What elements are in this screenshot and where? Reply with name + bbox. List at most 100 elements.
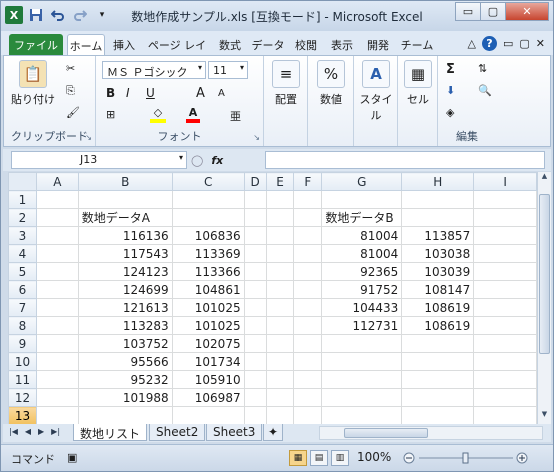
cell-g13[interactable] — [321, 406, 403, 424]
cell-h5[interactable]: 103039 — [401, 262, 475, 281]
font-color-button[interactable]: A — [186, 106, 200, 123]
vertical-scroll-thumb[interactable] — [539, 194, 550, 354]
cell-f13[interactable] — [293, 406, 323, 424]
cell-b5[interactable]: 124123 — [77, 262, 173, 281]
insert-sheet-icon[interactable]: ✦ — [263, 424, 284, 441]
tab-team[interactable]: チーム — [397, 34, 437, 55]
cell-d7[interactable] — [243, 298, 267, 317]
row-header[interactable]: 3 — [8, 226, 37, 245]
column-header-h[interactable]: H — [401, 172, 475, 191]
scroll-down-icon[interactable]: ▼ — [538, 410, 551, 424]
cell-i12[interactable] — [473, 388, 537, 407]
cell-c1[interactable] — [171, 190, 245, 209]
cell-f5[interactable] — [293, 262, 323, 281]
cell-b10[interactable]: 95566 — [77, 352, 173, 371]
cell-a12[interactable] — [35, 388, 79, 407]
column-header-c[interactable]: C — [171, 172, 245, 191]
macro-record-icon[interactable]: ▣ — [67, 451, 77, 464]
clipboard-launcher-icon[interactable]: ↘ — [85, 133, 92, 142]
bold-button[interactable]: B — [106, 86, 115, 100]
font-size-select[interactable]: 11 ▾ — [208, 61, 248, 79]
paste-button[interactable]: 📋 貼り付け — [10, 60, 56, 107]
cell-e9[interactable] — [265, 334, 295, 353]
cell-a13[interactable] — [35, 406, 79, 424]
prev-sheet-icon[interactable]: ◀ — [25, 427, 31, 436]
cell-a4[interactable] — [35, 244, 79, 263]
zoom-level[interactable]: 100% — [357, 450, 391, 464]
font-name-select[interactable]: ＭＳ Ｐゴシック ▾ — [102, 61, 206, 79]
cell-h6[interactable]: 108147 — [401, 280, 475, 299]
tab-view[interactable]: 表示 — [325, 34, 359, 55]
cell-c11[interactable]: 105910 — [171, 370, 245, 389]
italic-button[interactable]: I — [126, 86, 130, 100]
cell-e12[interactable] — [265, 388, 295, 407]
cell-g5[interactable]: 92365 — [321, 262, 403, 281]
cell-f7[interactable] — [293, 298, 323, 317]
cell-d8[interactable] — [243, 316, 267, 335]
phonetic-icon[interactable]: 亜 — [230, 108, 241, 124]
cell-g2[interactable]: 数地データB — [321, 208, 403, 227]
zoom-slider[interactable] — [403, 452, 529, 464]
cell-a9[interactable] — [35, 334, 79, 353]
row-header[interactable]: 10 — [8, 352, 37, 371]
cell-e2[interactable] — [265, 208, 295, 227]
cell-b2[interactable]: 数地データA — [77, 208, 173, 227]
cell-g9[interactable] — [321, 334, 403, 353]
cell-a10[interactable] — [35, 352, 79, 371]
cell-g10[interactable] — [321, 352, 403, 371]
cell-d1[interactable] — [243, 190, 267, 209]
cell-c3[interactable]: 106836 — [171, 226, 245, 245]
row-header[interactable]: 12 — [8, 388, 37, 407]
maximize-button[interactable]: ▢ — [480, 2, 506, 21]
cell-i3[interactable] — [473, 226, 537, 245]
minimize-button[interactable]: ▭ — [455, 2, 481, 21]
cell-e10[interactable] — [265, 352, 295, 371]
name-box[interactable]: J13 ▾ — [11, 151, 187, 169]
column-header-a[interactable]: A — [35, 172, 79, 191]
row-header[interactable]: 5 — [8, 262, 37, 281]
tab-developer[interactable]: 開発 — [361, 34, 395, 55]
cell-b6[interactable]: 124699 — [77, 280, 173, 299]
cut-icon[interactable]: ✂ — [66, 62, 75, 75]
cell-d4[interactable] — [243, 244, 267, 263]
cell-d5[interactable] — [243, 262, 267, 281]
tab-file[interactable]: ファイル — [9, 34, 63, 55]
cell-g4[interactable]: 81004 — [321, 244, 403, 263]
cell-c9[interactable]: 102075 — [171, 334, 245, 353]
grow-font-button[interactable]: A — [196, 86, 205, 101]
cell-i5[interactable] — [473, 262, 537, 281]
cell-c2[interactable] — [171, 208, 245, 227]
cell-a7[interactable] — [35, 298, 79, 317]
column-header-i[interactable]: I — [473, 172, 537, 191]
cell-i7[interactable] — [473, 298, 537, 317]
tab-data[interactable]: データ — [249, 34, 287, 55]
cell-d10[interactable] — [243, 352, 267, 371]
row-header[interactable]: 4 — [8, 244, 37, 263]
column-header-g[interactable]: G — [321, 172, 403, 191]
cell-g6[interactable]: 91752 — [321, 280, 403, 299]
row-header[interactable]: 7 — [8, 298, 37, 317]
help-icon[interactable]: ? — [481, 36, 497, 51]
scroll-up-icon[interactable]: ▲ — [538, 172, 551, 186]
tab-insert[interactable]: 挿入 — [107, 34, 141, 55]
sheet-tab-list[interactable]: 数地リスト — [73, 424, 148, 441]
cell-e13[interactable] — [265, 406, 295, 424]
cell-e11[interactable] — [265, 370, 295, 389]
fill-icon[interactable]: ⬇ — [446, 84, 455, 97]
cell-d2[interactable] — [243, 208, 267, 227]
cell-c5[interactable]: 113366 — [171, 262, 245, 281]
page-break-view-icon[interactable]: ▥ — [331, 450, 349, 466]
column-header-f[interactable]: F — [293, 172, 323, 191]
cell-h3[interactable]: 113857 — [401, 226, 475, 245]
cell-a3[interactable] — [35, 226, 79, 245]
cell-f9[interactable] — [293, 334, 323, 353]
first-sheet-icon[interactable]: |◀ — [9, 427, 18, 436]
cell-h9[interactable] — [401, 334, 475, 353]
cell-c7[interactable]: 101025 — [171, 298, 245, 317]
cell-d3[interactable] — [243, 226, 267, 245]
next-sheet-icon[interactable]: ▶ — [38, 427, 44, 436]
cell-f8[interactable] — [293, 316, 323, 335]
borders-icon[interactable]: ⊞ — [106, 108, 115, 121]
cell-c10[interactable]: 101734 — [171, 352, 245, 371]
row-header[interactable]: 1 — [8, 190, 37, 209]
